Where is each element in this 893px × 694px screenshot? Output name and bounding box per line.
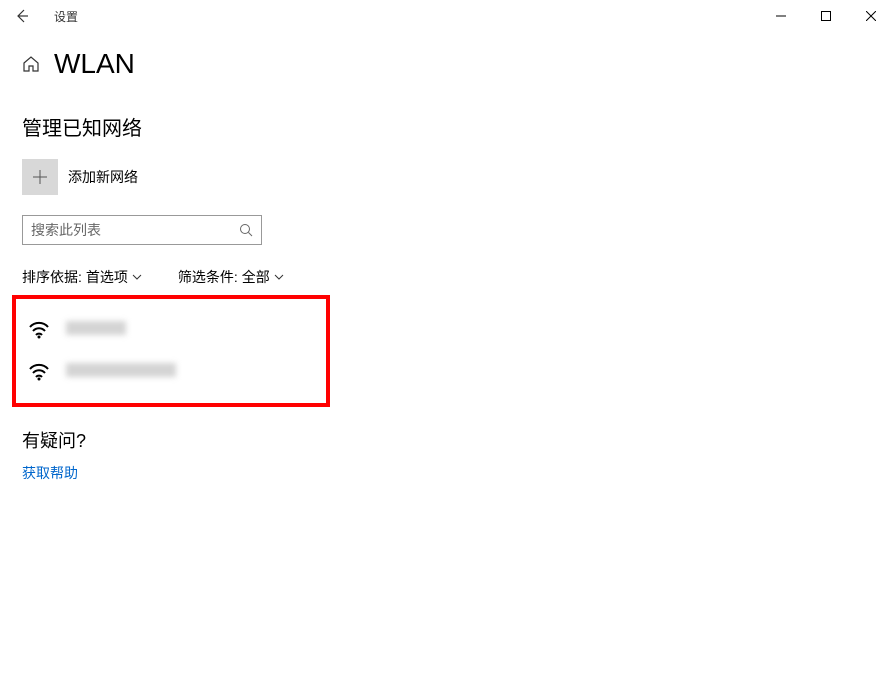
wifi-icon bbox=[26, 317, 54, 339]
home-icon[interactable] bbox=[22, 55, 40, 73]
filter-value: 全部 bbox=[242, 267, 270, 287]
sort-value: 首选项 bbox=[86, 267, 128, 287]
window-controls bbox=[758, 1, 893, 31]
search-input[interactable] bbox=[31, 222, 239, 238]
add-network-button[interactable]: 添加新网络 bbox=[22, 159, 871, 195]
network-name-blurred bbox=[66, 321, 126, 335]
close-icon bbox=[866, 11, 876, 21]
highlighted-networks-box bbox=[12, 295, 330, 407]
plus-icon-box bbox=[22, 159, 58, 195]
plus-icon bbox=[32, 169, 48, 185]
maximize-button[interactable] bbox=[803, 1, 848, 31]
question-title: 有疑问? bbox=[22, 427, 871, 453]
chevron-down-icon bbox=[132, 272, 142, 282]
content: WLAN 管理已知网络 添加新网络 排序依据: 首选项 bbox=[0, 32, 893, 495]
wifi-icon bbox=[26, 359, 54, 381]
filter-dropdown[interactable]: 筛选条件: 全部 bbox=[178, 267, 284, 287]
sort-dropdown[interactable]: 排序依据: 首选项 bbox=[22, 267, 142, 287]
close-button[interactable] bbox=[848, 1, 893, 31]
minimize-icon bbox=[776, 11, 786, 21]
sort-label: 排序依据: bbox=[22, 267, 82, 287]
manage-networks-title: 管理已知网络 bbox=[22, 112, 871, 141]
network-name-blurred bbox=[66, 363, 176, 377]
search-icon bbox=[239, 223, 253, 237]
page-title: WLAN bbox=[54, 48, 135, 80]
header-row: WLAN bbox=[22, 48, 871, 80]
titlebar: 设置 bbox=[0, 0, 893, 32]
filter-label: 筛选条件: bbox=[178, 267, 238, 287]
titlebar-left: 设置 bbox=[8, 2, 78, 30]
maximize-icon bbox=[821, 11, 831, 21]
app-title: 设置 bbox=[54, 8, 78, 25]
search-icon-box bbox=[239, 223, 253, 237]
network-item[interactable] bbox=[22, 349, 320, 391]
back-button[interactable] bbox=[8, 2, 36, 30]
search-box[interactable] bbox=[22, 215, 262, 245]
network-item[interactable] bbox=[22, 307, 320, 349]
back-arrow-icon bbox=[14, 8, 30, 24]
minimize-button[interactable] bbox=[758, 1, 803, 31]
sort-filter-row: 排序依据: 首选项 筛选条件: 全部 bbox=[22, 267, 871, 287]
add-network-label: 添加新网络 bbox=[68, 167, 138, 187]
get-help-link[interactable]: 获取帮助 bbox=[22, 465, 78, 481]
home-icon-svg bbox=[22, 55, 40, 73]
chevron-down-icon bbox=[274, 272, 284, 282]
